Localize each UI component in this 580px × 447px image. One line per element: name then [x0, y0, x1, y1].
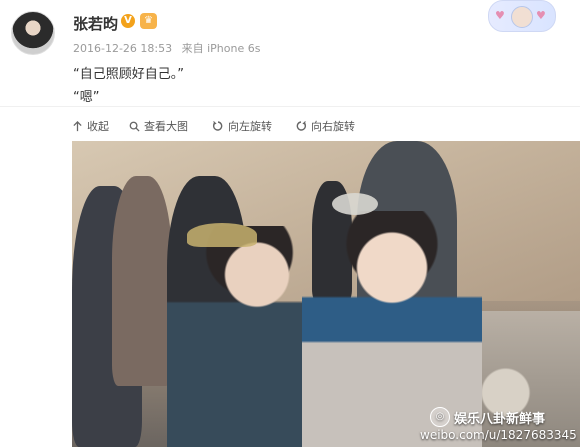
rotate-left-label: 向左旋转	[228, 120, 272, 133]
rotate-right-label: 向右旋转	[311, 120, 355, 133]
watermark: ◎ 娱乐八卦新鲜事	[430, 407, 545, 427]
watermark-channel: 娱乐八卦新鲜事	[454, 411, 546, 427]
rotate-right-icon	[296, 121, 307, 131]
view-large-label: 查看大图	[144, 120, 188, 133]
image-headpiece	[187, 223, 257, 247]
rotate-right-button[interactable]: 向右旋转	[295, 117, 355, 135]
post-text-line2: “嗯”	[73, 90, 100, 105]
heart-icon: ♥	[495, 9, 505, 22]
post-source: 来自 iPhone 6s	[181, 42, 261, 55]
avatar-sticker	[511, 6, 533, 28]
verified-badge-icon: V	[121, 14, 135, 28]
decoration-sticker: ♥ ♥	[488, 0, 556, 32]
heart-icon: ♥	[536, 9, 546, 22]
avatar[interactable]	[11, 11, 55, 55]
collapse-icon	[73, 120, 82, 131]
image-figure	[112, 176, 172, 386]
watermark-url: weibo.com/u/1827683345	[420, 428, 577, 442]
post-text-line1: “自己照顾好自己。”	[73, 67, 184, 82]
post-header: 张若昀 V ♛ 2016-12-26 18:53 来自 iPhone 6s “自…	[0, 0, 580, 106]
search-icon	[129, 121, 140, 132]
view-large-button[interactable]: 查看大图	[129, 117, 188, 135]
post-meta: 2016-12-26 18:53 来自 iPhone 6s	[73, 40, 266, 56]
divider	[0, 106, 580, 107]
post-date[interactable]: 2016-12-26 18:53	[73, 42, 172, 55]
rotate-left-button[interactable]: 向左旋转	[212, 117, 272, 135]
image-toolbar: 收起 查看大图 向左旋转 向右旋转	[0, 108, 580, 138]
username[interactable]: 张若昀	[73, 13, 118, 34]
image-headpiece	[332, 193, 378, 215]
member-badge-icon: ♛	[140, 13, 157, 29]
collapse-label: 收起	[87, 120, 109, 133]
collapse-button[interactable]: 收起	[72, 117, 109, 135]
wechat-icon: ◎	[430, 407, 450, 427]
image-figure-back	[167, 226, 317, 447]
post-image[interactable]	[72, 141, 580, 447]
rotate-left-icon	[212, 121, 223, 131]
